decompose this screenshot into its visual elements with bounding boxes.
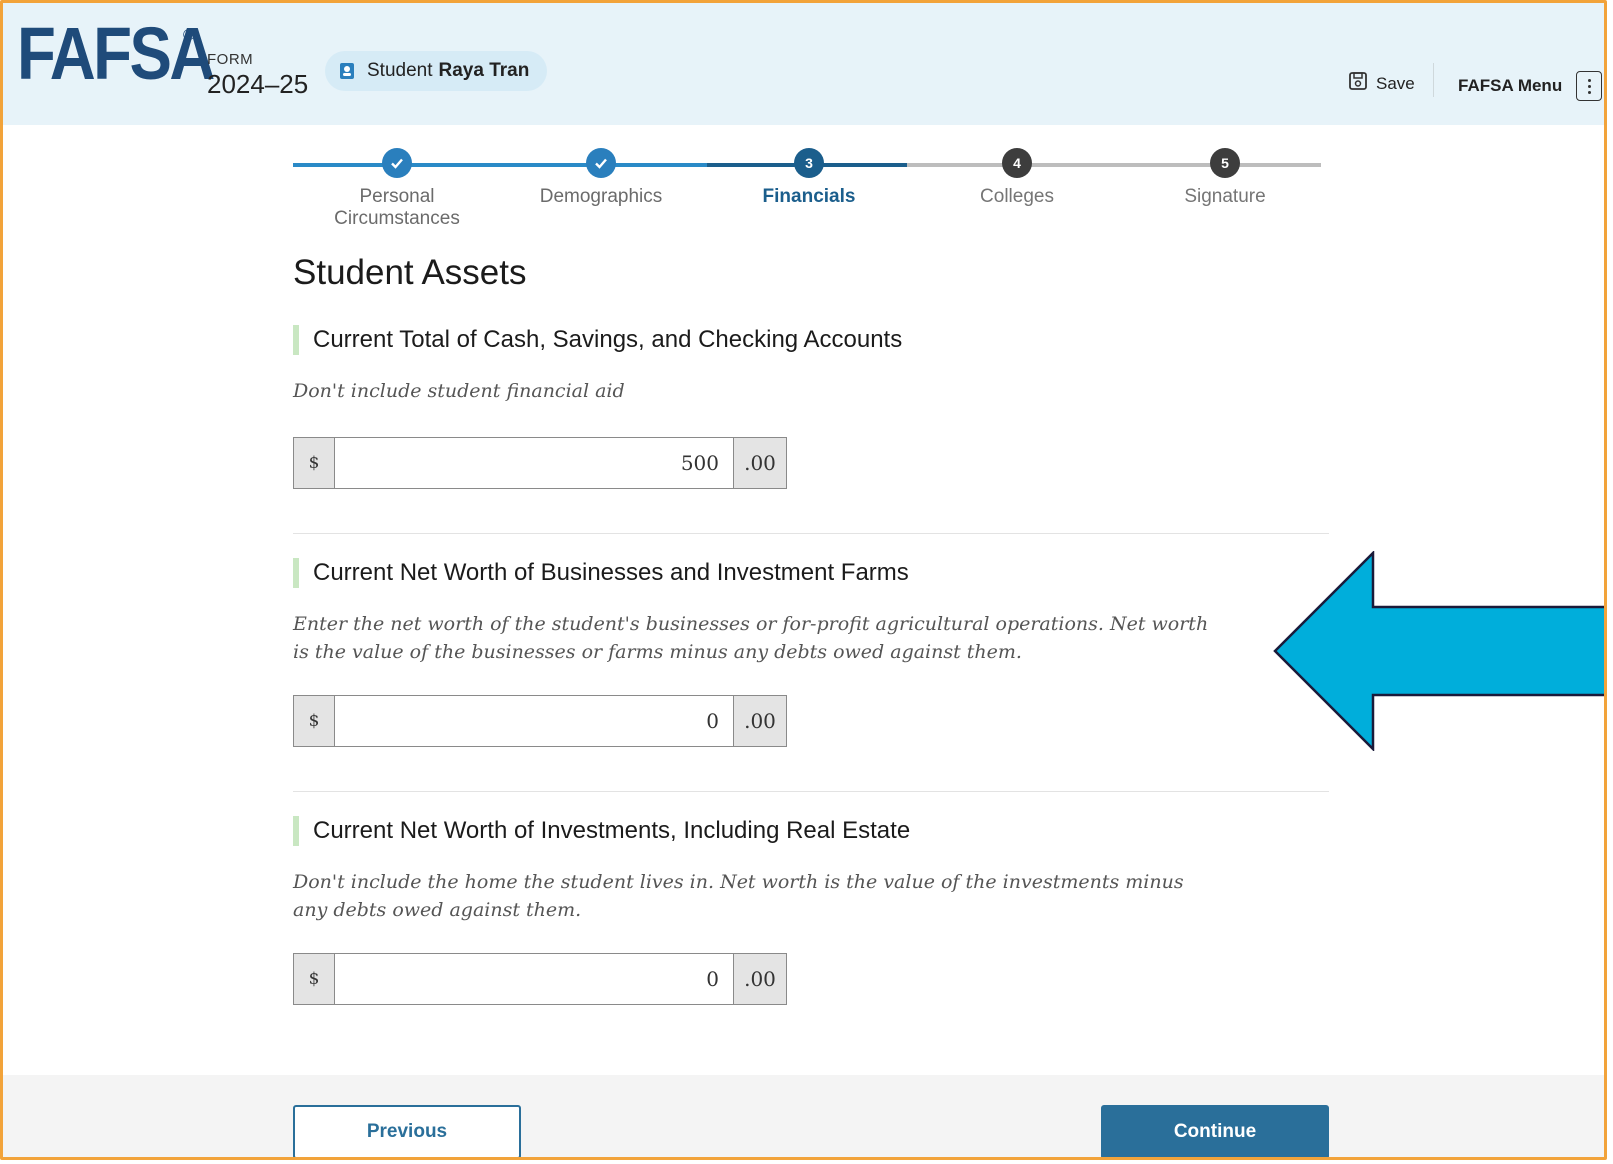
step-label: Demographics — [539, 186, 663, 207]
question-accent-bar — [293, 816, 299, 846]
save-button[interactable]: Save — [1348, 71, 1415, 96]
currency-prefix: $ — [294, 696, 335, 746]
form-footer — [3, 1075, 1604, 1157]
section-divider — [293, 533, 1329, 534]
form-year: 2024–25 — [207, 69, 309, 99]
registered-mark: ® — [183, 27, 195, 44]
step-demographics[interactable]: Demographics — [501, 148, 701, 208]
step-number: 4 — [1002, 148, 1032, 178]
header-divider — [1433, 63, 1434, 97]
businesses-farms-amount-field: $ .00 — [293, 695, 787, 747]
step-colleges: 4 Colleges — [917, 148, 1117, 208]
question-investments: Current Net Worth of Investments, Includ… — [293, 816, 1329, 924]
investments-input[interactable] — [335, 954, 733, 1004]
student-badge: Student Raya Tran — [325, 51, 548, 91]
businesses-farms-input[interactable] — [335, 696, 733, 746]
student-name: Raya Tran — [438, 60, 530, 81]
kebab-menu-icon — [1576, 71, 1603, 101]
question-accent-bar — [293, 558, 299, 588]
checkmark-icon — [382, 148, 412, 178]
question-hint: Don't include the home the student lives… — [293, 871, 1184, 921]
step-signature: 5 Signature — [1125, 148, 1325, 208]
question-cash-savings: Current Total of Cash, Savings, and Chec… — [293, 325, 1329, 405]
question-title-wrap: Current Total of Cash, Savings, and Chec… — [293, 325, 1329, 355]
step-label: Colleges — [980, 186, 1054, 207]
step-label: Personal Circumstances — [334, 186, 460, 229]
step-personal-circumstances[interactable]: Personal Circumstances — [297, 148, 497, 230]
student-badge-icon — [337, 61, 357, 81]
section-divider — [293, 791, 1329, 792]
continue-button[interactable]: Continue — [1101, 1105, 1329, 1157]
currency-prefix: $ — [294, 954, 335, 1004]
question-title-wrap: Current Net Worth of Investments, Includ… — [293, 816, 1329, 846]
step-label: Financials — [762, 186, 856, 207]
question-accent-bar — [293, 325, 299, 355]
cash-savings-input[interactable] — [335, 438, 733, 488]
save-disk-icon — [1348, 71, 1368, 96]
question-title: Current Total of Cash, Savings, and Chec… — [313, 326, 903, 353]
main-content: Student Assets Current Total of Cash, Sa… — [293, 253, 1329, 1005]
app-header: FAFSA ® FORM 2024–25 Student Raya Tran S… — [3, 3, 1604, 125]
question-title: Current Net Worth of Investments, Includ… — [313, 817, 911, 844]
question-title-wrap: Current Net Worth of Businesses and Inve… — [293, 558, 1329, 588]
fafsa-menu-label: FAFSA Menu — [1458, 76, 1563, 95]
cents-suffix: .00 — [733, 696, 786, 746]
step-financials[interactable]: 3 Financials — [709, 148, 909, 208]
step-label: Signature — [1184, 186, 1266, 207]
question-hint: Enter the net worth of the student's bus… — [293, 613, 1209, 663]
question-title: Current Net Worth of Businesses and Inve… — [313, 559, 909, 586]
step-number: 5 — [1210, 148, 1240, 178]
student-prefix: Student — [367, 60, 433, 81]
screenshot-frame: FAFSA ® FORM 2024–25 Student Raya Tran S… — [0, 0, 1607, 1160]
left-arrow-annotation — [1273, 551, 1604, 751]
question-businesses-farms: Current Net Worth of Businesses and Inve… — [293, 558, 1329, 666]
fafsa-menu-button[interactable]: FAFSA Menu — [1458, 71, 1603, 101]
currency-prefix: $ — [294, 438, 335, 488]
progress-stepper: Personal Circumstances Demographics 3 Fi… — [293, 148, 1329, 229]
cents-suffix: .00 — [733, 954, 786, 1004]
question-hint: Don't include student financial aid — [293, 380, 625, 402]
form-label: FORM — [207, 51, 254, 68]
previous-button[interactable]: Previous — [293, 1105, 521, 1157]
save-label: Save — [1376, 73, 1415, 93]
investments-amount-field: $ .00 — [293, 953, 787, 1005]
cash-savings-amount-field: $ .00 — [293, 437, 787, 489]
checkmark-icon — [586, 148, 616, 178]
cents-suffix: .00 — [733, 438, 786, 488]
page-title: Student Assets — [293, 253, 527, 292]
step-number: 3 — [794, 148, 824, 178]
